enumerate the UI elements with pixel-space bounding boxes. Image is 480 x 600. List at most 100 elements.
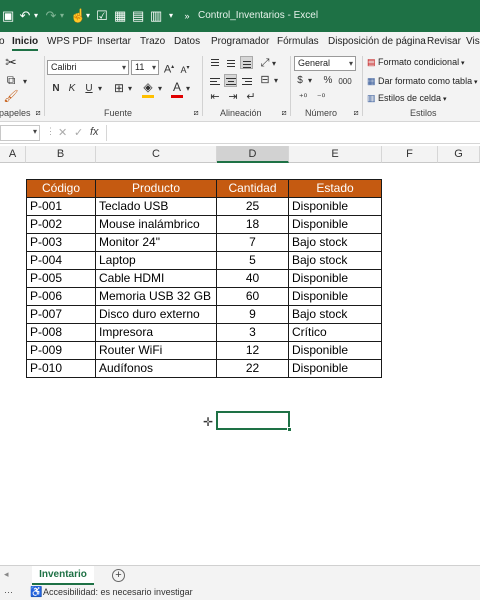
column-header-g[interactable]: G	[438, 146, 480, 163]
italic-button[interactable]: K	[66, 83, 78, 95]
name-box[interactable]: ▾	[0, 125, 40, 141]
column-header-b[interactable]: B	[26, 146, 96, 163]
cell-cantidad[interactable]: 9	[217, 306, 289, 324]
font-name-select[interactable]: Calibri ▾	[47, 60, 129, 75]
column-header-f[interactable]: F	[382, 146, 438, 163]
cell-estado[interactable]: Disponible	[289, 342, 382, 360]
tab-disposicion[interactable]: Disposición de página	[328, 35, 426, 49]
cell-estado[interactable]: Disponible	[289, 216, 382, 234]
conditional-format-button[interactable]: ▤ Formato condicional ▾	[367, 57, 465, 68]
cell-codigo[interactable]: P-008	[27, 324, 96, 342]
tab-trazo[interactable]: Trazo	[140, 35, 165, 49]
fill-handle[interactable]	[287, 427, 292, 432]
shrink-font-button[interactable]: A▾	[178, 62, 192, 76]
column-header-a[interactable]: A	[0, 146, 26, 163]
cell-producto[interactable]: Teclado USB	[96, 198, 217, 216]
customize-icon[interactable]: ▾	[166, 8, 176, 24]
cell-producto[interactable]: Impresora	[96, 324, 217, 342]
cell-estado[interactable]: Bajo stock	[289, 306, 382, 324]
tab-revisar[interactable]: Revisar	[427, 35, 461, 49]
decrease-decimal-icon[interactable]: ⁻⁰	[314, 91, 328, 103]
cancel-icon[interactable]: ✕	[58, 126, 67, 139]
cell-producto[interactable]: Disco duro externo	[96, 306, 217, 324]
cell-producto[interactable]: Audífonos	[96, 360, 217, 378]
increase-indent-icon[interactable]: ⇥	[226, 91, 240, 103]
copy-dropdown-icon[interactable]: ▾	[20, 76, 30, 88]
cell-codigo[interactable]: P-009	[27, 342, 96, 360]
cell-estado[interactable]: Bajo stock	[289, 252, 382, 270]
cell-estado[interactable]: Disponible	[289, 360, 382, 378]
merge-center-icon[interactable]: ⊟	[258, 74, 272, 86]
cell-codigo[interactable]: P-006	[27, 288, 96, 306]
cell-cantidad[interactable]: 7	[217, 234, 289, 252]
header-cell-cantidad[interactable]: Cantidad	[217, 180, 289, 198]
cell-cantidad[interactable]: 22	[217, 360, 289, 378]
merge-dropdown-icon[interactable]: ▾	[272, 75, 280, 87]
form-icon[interactable]: ▥	[150, 8, 162, 24]
sheet-tab-inventario[interactable]: Inventario	[32, 566, 94, 585]
cell-estado[interactable]: Crítico	[289, 324, 382, 342]
cell-cantidad[interactable]: 5	[217, 252, 289, 270]
underline-dropdown-icon[interactable]: ▾	[96, 83, 104, 95]
column-header-e[interactable]: E	[289, 146, 382, 163]
chevron-left-icon[interactable]: ◂	[4, 569, 9, 580]
function-icon[interactable]: fx	[90, 126, 99, 138]
comma-button[interactable]: 000	[338, 76, 352, 88]
grid-icon[interactable]: ▤	[132, 8, 144, 24]
cell-estado[interactable]: Disponible	[289, 270, 382, 288]
font-color-dropdown-icon[interactable]: ▾	[184, 83, 192, 95]
percent-button[interactable]: %	[322, 75, 334, 87]
add-sheet-button[interactable]: +	[112, 569, 125, 582]
grow-font-button[interactable]: A▴	[162, 61, 176, 76]
cell-cantidad[interactable]: 12	[217, 342, 289, 360]
touch-dropdown-icon[interactable]: ▾	[84, 8, 92, 24]
cell-estado[interactable]: Disponible	[289, 288, 382, 306]
cell-producto[interactable]: Monitor 24"	[96, 234, 217, 252]
increase-decimal-icon[interactable]: ⁺⁰	[296, 91, 310, 103]
formula-input[interactable]	[106, 125, 480, 141]
check-box-icon[interactable]: ☑	[96, 8, 108, 24]
tab-wps-pdf[interactable]: WPS PDF	[47, 35, 93, 49]
wrap-text-icon[interactable]: ↵	[244, 91, 258, 103]
align-left-button[interactable]	[208, 74, 221, 87]
underline-button[interactable]: U	[83, 83, 95, 95]
format-painter-icon[interactable]: 🖌	[2, 90, 20, 102]
cell-estado[interactable]: Bajo stock	[289, 234, 382, 252]
cell-cantidad[interactable]: 3	[217, 324, 289, 342]
cell-cantidad[interactable]: 18	[217, 216, 289, 234]
cell-producto[interactable]: Memoria USB 32 GB	[96, 288, 217, 306]
number-format-select[interactable]: General ▾	[294, 56, 356, 71]
bold-button[interactable]: N	[50, 83, 62, 95]
accessibility-status[interactable]: Accesibilidad: es necesario investigar	[43, 585, 193, 600]
save-icon[interactable]: ▣	[2, 8, 14, 24]
touch-mode-icon[interactable]: ☝	[70, 8, 86, 24]
align-right-button[interactable]	[240, 74, 253, 87]
tab-file[interactable]: o	[0, 35, 5, 49]
tab-programador[interactable]: Programador	[211, 35, 269, 49]
font-color-icon[interactable]: A	[170, 81, 184, 93]
align-middle-button[interactable]	[224, 56, 237, 69]
tab-inicio[interactable]: Inicio	[12, 35, 39, 51]
borders-icon[interactable]: ⊞	[112, 82, 126, 94]
cut-icon[interactable]: ✂	[2, 55, 20, 69]
copy-icon[interactable]: ⧉	[2, 74, 20, 86]
align-bottom-button[interactable]	[240, 56, 253, 69]
header-cell-estado[interactable]: Estado	[289, 180, 382, 198]
font-size-select[interactable]: 11 ▾	[131, 60, 159, 75]
font-launcher-icon[interactable]: ⧄	[192, 107, 200, 119]
cell-cantidad[interactable]: 60	[217, 288, 289, 306]
tab-insertar[interactable]: Insertar	[97, 35, 131, 49]
format-as-table-button[interactable]: ▦ Dar formato como tabla ▾	[367, 76, 478, 87]
cell-producto[interactable]: Mouse inalámbrico	[96, 216, 217, 234]
borders-dropdown-icon[interactable]: ▾	[126, 83, 134, 95]
table-icon[interactable]: ▦	[114, 8, 126, 24]
currency-dropdown-icon[interactable]: ▾	[306, 75, 314, 87]
clipboard-launcher-icon[interactable]: ⧄	[34, 107, 42, 119]
currency-button[interactable]: $	[294, 75, 306, 87]
cell-codigo[interactable]: P-001	[27, 198, 96, 216]
header-cell-codigo[interactable]: Código	[27, 180, 96, 198]
align-top-button[interactable]	[208, 56, 221, 69]
tab-vista[interactable]: Vis	[466, 35, 480, 49]
cell-producto[interactable]: Laptop	[96, 252, 217, 270]
cell-styles-button[interactable]: ▥ Estilos de celda ▾	[367, 93, 447, 104]
